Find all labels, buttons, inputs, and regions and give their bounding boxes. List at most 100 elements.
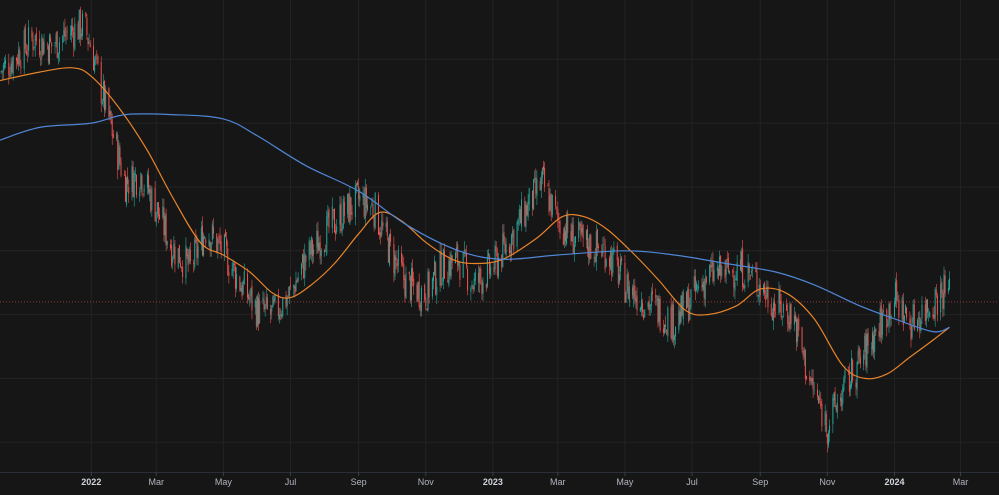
candle-body (929, 312, 931, 318)
candle-body (185, 245, 187, 279)
candle-body (256, 296, 258, 327)
candle-body (595, 231, 597, 262)
candle-body (943, 274, 945, 309)
candle-body (658, 298, 660, 322)
candle-body (526, 205, 528, 216)
candle-body (343, 201, 345, 216)
candle-body (404, 278, 406, 297)
x-tick-label: Mar (953, 477, 969, 487)
candle-body (365, 187, 367, 208)
candle-body (634, 285, 636, 301)
candle-body (804, 350, 806, 379)
candle-body (179, 262, 181, 267)
candle-body (410, 268, 412, 301)
candle-body (541, 168, 543, 178)
candle-body (119, 147, 121, 163)
candle-body (348, 193, 350, 222)
candle-body (273, 299, 275, 303)
candle-body (550, 193, 552, 217)
candle-body (69, 34, 71, 36)
candle-body (65, 34, 67, 36)
candle-body (250, 288, 252, 297)
candle-body (632, 287, 634, 296)
candle-body (186, 248, 188, 257)
candle-body (598, 246, 600, 249)
candle-body (473, 278, 475, 290)
candle-body (798, 318, 800, 331)
candle-body (703, 281, 705, 298)
candle-body (19, 50, 21, 66)
candle-body (448, 260, 450, 285)
candle-body (424, 285, 426, 300)
candle-body (594, 256, 596, 263)
candle-body (174, 247, 176, 265)
candle-body (548, 188, 550, 213)
candle-body (377, 195, 379, 235)
candle-body (39, 38, 41, 56)
candle-body (480, 268, 482, 280)
candle-body (679, 311, 681, 325)
candle-body (844, 370, 846, 379)
candle-body (223, 234, 225, 256)
candle-body (649, 305, 651, 311)
candle-body (141, 175, 143, 193)
candle-body (372, 205, 374, 217)
candle-body (240, 287, 242, 292)
candle-body (387, 238, 389, 263)
candle-body (95, 56, 97, 60)
candle-body (436, 286, 438, 296)
candle-body (131, 165, 133, 193)
candle-body (74, 23, 76, 50)
candle-body (610, 251, 612, 270)
candle-body (465, 253, 467, 267)
candle-body (79, 8, 81, 40)
candle-body (556, 207, 558, 209)
candle-body (100, 61, 102, 104)
candle-body (858, 347, 860, 357)
candle-body (472, 286, 474, 290)
candle-body (63, 30, 65, 37)
candle-body (519, 209, 521, 224)
candle-body (58, 42, 60, 54)
candle-body (941, 281, 943, 294)
candle-body (518, 209, 520, 219)
candlestick-chart[interactable]: 2022 Mar May Jul Sep Nov 2023 Mar May Jul Sep Nov 20… (0, 0, 999, 495)
candle-body (688, 288, 690, 322)
candle-body (521, 199, 523, 227)
candle-body (726, 259, 728, 261)
candle-body (904, 304, 906, 314)
candle-body (567, 212, 569, 233)
candle-body (694, 276, 696, 292)
candle-body (865, 333, 867, 366)
candle-body (27, 52, 29, 54)
candle-body (725, 259, 727, 275)
candle-body (126, 177, 128, 205)
candle-body (427, 271, 429, 311)
candle-body (258, 297, 260, 325)
candle-body (304, 252, 306, 279)
candle-body (774, 301, 776, 312)
candle-body (574, 236, 576, 244)
candle-body (797, 319, 799, 342)
candle-body (441, 283, 443, 285)
candle-body (9, 75, 11, 77)
candle-body (573, 243, 575, 254)
candle-body (752, 269, 754, 271)
candle-body (259, 300, 261, 323)
candle-body (54, 45, 56, 46)
candle-body (189, 249, 191, 262)
candle-body (228, 272, 230, 276)
candle-body (140, 173, 142, 189)
candle-body (873, 335, 875, 353)
candle-body (212, 226, 214, 234)
candle-body (664, 324, 666, 334)
candle-body (510, 250, 512, 253)
candle-body (697, 286, 699, 287)
candle-body (547, 185, 549, 187)
candle-body (96, 53, 98, 56)
candle-body (928, 314, 930, 316)
candle-body (318, 242, 320, 251)
candle-body (397, 249, 399, 266)
candle-body (417, 282, 419, 300)
candle-body (527, 201, 529, 218)
